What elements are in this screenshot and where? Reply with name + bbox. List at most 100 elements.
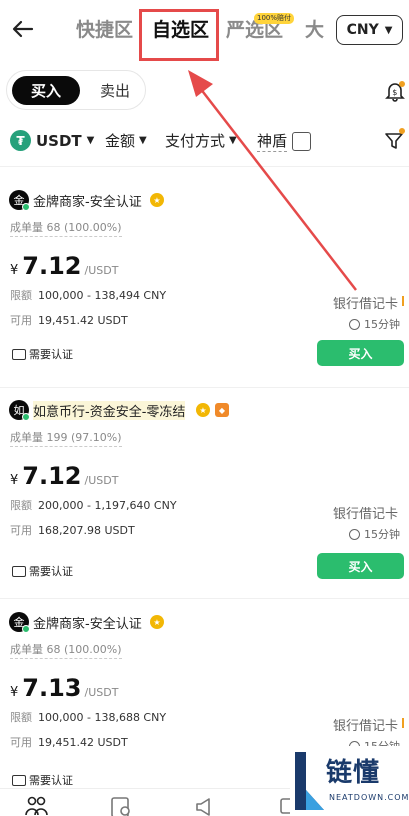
payment-method: 银行借记卡 bbox=[332, 719, 398, 734]
payment-filter[interactable]: 支付方式 ▼ bbox=[165, 130, 237, 151]
currency-symbol: ¥ bbox=[10, 473, 19, 488]
available-value: 168,207.98 USDT bbox=[38, 524, 135, 537]
divider bbox=[0, 598, 409, 599]
top-bar: 快捷区 自选区 严选区 100%赔付 大 CNY ▼ bbox=[0, 0, 409, 61]
orders-value: 68 (100.00%) bbox=[46, 643, 122, 656]
price-row: ¥ 7.13 /USDT bbox=[10, 674, 118, 702]
available-label: 可用 bbox=[10, 314, 32, 327]
payment-color-bar bbox=[402, 718, 404, 728]
merchant-name[interactable]: 金牌商家-安全认证 bbox=[33, 191, 142, 210]
caret-down-icon: ▼ bbox=[384, 24, 393, 36]
currency-symbol: ¥ bbox=[10, 685, 19, 700]
online-indicator bbox=[22, 413, 30, 421]
limit-label: 限额 bbox=[10, 499, 32, 512]
price: 7.12 bbox=[22, 462, 82, 490]
price-unit: /USDT bbox=[84, 264, 119, 277]
listing-card: 如 如意币行-资金安全-零冻结 ★ ◆ 成单量 199 (97.10%) ¥ 7… bbox=[0, 400, 409, 615]
available-value: 19,451.42 USDT bbox=[38, 314, 128, 327]
available-value: 19,451.42 USDT bbox=[38, 736, 128, 749]
available-row: 可用 19,451.42 USDT bbox=[10, 312, 128, 328]
price: 7.13 bbox=[22, 674, 82, 702]
price-unit: /USDT bbox=[84, 474, 119, 487]
back-arrow-icon[interactable] bbox=[10, 16, 36, 42]
merchant-name[interactable]: 金牌商家-安全认证 bbox=[33, 613, 142, 632]
highlight-box bbox=[139, 9, 219, 61]
time-value: 15分钟 bbox=[364, 318, 400, 331]
payment-label: 支付方式 bbox=[165, 132, 226, 150]
id-card-icon bbox=[12, 348, 26, 360]
amount-label: 金额 bbox=[105, 132, 136, 150]
limit-value: 200,000 - 1,197,640 CNY bbox=[38, 499, 177, 512]
id-card-icon bbox=[12, 565, 26, 577]
watermark: 链懂 NEATDOWN.COM bbox=[290, 746, 409, 816]
shield-label: 神盾 bbox=[257, 132, 288, 152]
filter-bar: ₮ USDT ▼ 金额 ▼ 支付方式 ▼ 神盾 bbox=[0, 128, 409, 158]
payment-method: 银行借记卡 bbox=[332, 507, 398, 522]
divider bbox=[0, 387, 409, 388]
time-value: 15分钟 bbox=[364, 528, 400, 541]
merchants-nav-icon[interactable] bbox=[24, 795, 48, 816]
orders-value: 68 (100.00%) bbox=[46, 221, 122, 234]
order-notification-icon[interactable]: $ bbox=[384, 80, 406, 102]
order-stats: 成单量 199 (97.10%) bbox=[10, 429, 122, 447]
gold-merchant-icon: ★ bbox=[150, 193, 164, 207]
auth-label: 需要认证 bbox=[29, 348, 73, 361]
limit-row: 限额 100,000 - 138,494 CNY bbox=[10, 287, 166, 303]
price: 7.12 bbox=[22, 252, 82, 280]
merchant-name[interactable]: 如意币行-资金安全-零冻结 bbox=[33, 401, 186, 420]
gold-merchant-icon: ★ bbox=[150, 615, 164, 629]
order-stats: 成单量 68 (100.00%) bbox=[10, 219, 122, 237]
coin-label: USDT bbox=[36, 131, 82, 150]
price-row: ¥ 7.12 /USDT bbox=[10, 462, 118, 490]
price-unit: /USDT bbox=[84, 686, 119, 699]
tether-icon: ₮ bbox=[10, 130, 31, 151]
shield-badge-icon: ◆ bbox=[215, 403, 229, 417]
buy-button[interactable]: 买入 bbox=[317, 340, 404, 366]
limit-row: 限额 200,000 - 1,197,640 CNY bbox=[10, 497, 177, 513]
clock-icon bbox=[349, 318, 360, 330]
order-stats: 成单量 68 (100.00%) bbox=[10, 641, 122, 659]
price-row: ¥ 7.12 /USDT bbox=[10, 252, 118, 280]
caret-down-icon: ▼ bbox=[86, 135, 95, 146]
limit-label: 限额 bbox=[10, 289, 32, 302]
coin-filter[interactable]: ₮ USDT ▼ bbox=[10, 130, 94, 151]
available-row: 可用 168,207.98 USDT bbox=[10, 522, 135, 538]
online-indicator bbox=[22, 203, 30, 211]
buy-toggle-button[interactable]: 买入 bbox=[12, 76, 80, 105]
limit-value: 100,000 - 138,688 CNY bbox=[38, 711, 167, 724]
listing-card: 金 金牌商家-安全认证 ★ 成单量 68 (100.00%) ¥ 7.12 /U… bbox=[0, 190, 409, 405]
filter-funnel-icon[interactable] bbox=[384, 131, 404, 151]
orders-label: 成单量 bbox=[10, 431, 43, 444]
compensation-badge: 100%赔付 bbox=[254, 13, 295, 24]
available-label: 可用 bbox=[10, 736, 32, 749]
gold-merchant-icon: ★ bbox=[196, 403, 210, 417]
payment-method: 银行借记卡 bbox=[332, 297, 398, 312]
orders-value: 199 (97.10%) bbox=[46, 431, 122, 444]
limit-label: 限额 bbox=[10, 711, 32, 724]
auth-required: 需要认证 bbox=[12, 772, 73, 788]
auth-required: 需要认证 bbox=[12, 346, 73, 362]
sell-toggle-button[interactable]: 卖出 bbox=[85, 76, 145, 105]
caret-down-icon: ▼ bbox=[229, 135, 237, 146]
tab-large[interactable]: 大 bbox=[305, 15, 327, 42]
available-label: 可用 bbox=[10, 524, 32, 537]
currency-selector[interactable]: CNY ▼ bbox=[336, 15, 403, 45]
id-card-icon bbox=[12, 774, 26, 786]
available-row: 可用 19,451.42 USDT bbox=[10, 734, 128, 750]
divider bbox=[0, 166, 409, 167]
watermark-logo-icon bbox=[295, 752, 324, 810]
buy-button[interactable]: 买入 bbox=[317, 553, 404, 579]
orders-label: 成单量 bbox=[10, 643, 43, 656]
amount-filter[interactable]: 金额 ▼ bbox=[105, 130, 147, 151]
payment-time: 15分钟 bbox=[349, 316, 400, 332]
online-indicator bbox=[22, 625, 30, 633]
filter-active-dot bbox=[399, 128, 405, 134]
shield-checkbox[interactable] bbox=[292, 132, 311, 151]
ads-nav-icon[interactable] bbox=[193, 795, 217, 816]
watermark-site: NEATDOWN.COM bbox=[329, 793, 409, 802]
tab-quick[interactable]: 快捷区 bbox=[76, 15, 133, 42]
limit-row: 限额 100,000 - 138,688 CNY bbox=[10, 709, 166, 725]
trade-toggle: 买入 卖出 bbox=[6, 70, 146, 110]
orders-nav-icon[interactable] bbox=[109, 795, 133, 816]
orders-label: 成单量 bbox=[10, 221, 43, 234]
